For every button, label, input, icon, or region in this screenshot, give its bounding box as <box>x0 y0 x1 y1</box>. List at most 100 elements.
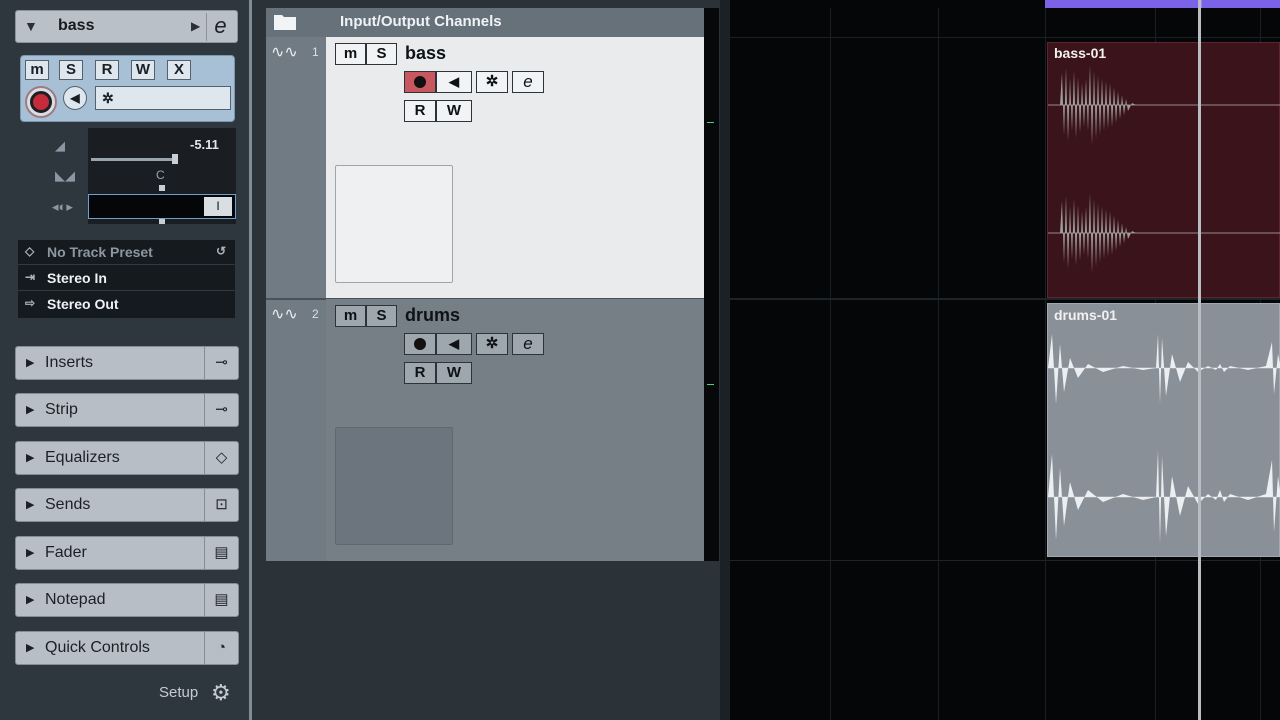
section-label: Sends <box>45 496 91 513</box>
panel-divider[interactable] <box>720 0 730 720</box>
setup-label[interactable]: Setup <box>159 684 198 701</box>
track-monitor-button[interactable]: ◀ <box>436 333 472 355</box>
cycle-range-bar[interactable] <box>1045 0 1280 8</box>
quick-controls-knob-icon[interactable]: ◔ <box>204 632 238 664</box>
routing-section: ◇ No Track Preset ↺ ⇥ Stereo In ⇨ Stereo… <box>18 240 235 318</box>
track-number: 1 <box>312 45 319 59</box>
track-record-enable-button[interactable] <box>404 71 436 93</box>
track-edit-button[interactable]: e <box>512 333 544 355</box>
lock-icon: ✲ <box>485 335 499 352</box>
track-lock-button[interactable]: ✲ <box>476 333 508 355</box>
section-fader[interactable]: ▶ Fader ▤ <box>15 536 239 570</box>
track-name[interactable]: bass <box>405 43 446 64</box>
track-edit-button[interactable]: e <box>512 71 544 93</box>
section-label: Strip <box>45 401 78 418</box>
section-inserts[interactable]: ▶ Inserts ⊸ <box>15 346 239 380</box>
track-record-enable-button[interactable] <box>404 333 436 355</box>
collapse-triangle-icon[interactable]: ▼ <box>24 18 38 34</box>
volume-slider-handle[interactable] <box>172 154 178 164</box>
equalizer-icon[interactable]: ◇ <box>204 442 238 474</box>
pan-value[interactable]: C <box>156 168 165 182</box>
meter-tick <box>707 384 714 385</box>
inserts-icon[interactable]: ⊸ <box>204 347 238 379</box>
audio-event-drums[interactable] <box>1047 303 1280 557</box>
input-routing-icon: ⇥ <box>25 270 36 284</box>
pan-icon: ◣◢ <box>55 168 75 183</box>
inspector-track-name: bass <box>58 17 95 34</box>
track-mute-button[interactable]: m <box>335 305 366 327</box>
audio-track-icon: ∿∿ <box>271 44 298 61</box>
delay-slider-handle[interactable] <box>159 219 165 224</box>
track-write-button[interactable]: W <box>436 100 472 122</box>
volume-value[interactable]: -5.11 <box>190 137 219 152</box>
track-solo-button[interactable]: S <box>366 43 397 65</box>
audio-event-bass[interactable] <box>1047 42 1280 298</box>
cubase-window: ▼ bass ▶ e m S R W X ◀ ✲ ◢ ◣◢ ◂◐▸ -5.11 … <box>0 0 1280 720</box>
section-notepad[interactable]: ▶ Notepad ▤ <box>15 583 239 617</box>
track-preset-label: No Track Preset <box>47 244 153 260</box>
sends-icon[interactable]: ⊡ <box>204 489 238 521</box>
notepad-icon[interactable]: ▤ <box>204 584 238 616</box>
section-label: Equalizers <box>45 449 120 466</box>
inspector-lock-button[interactable]: ✲ <box>95 86 231 110</box>
output-routing-label: Stereo Out <box>47 296 119 312</box>
output-routing-row[interactable]: ⇨ Stereo Out <box>18 292 235 317</box>
inspector-track-buttons: m S R W X ◀ ✲ <box>20 55 235 122</box>
inspector-read-button[interactable]: R <box>95 60 119 80</box>
section-strip[interactable]: ▶ Strip ⊸ <box>15 393 239 427</box>
track-solo-button[interactable]: S <box>366 305 397 327</box>
pan-slider-handle[interactable] <box>159 185 165 191</box>
section-quick-controls[interactable]: ▶ Quick Controls ◔ <box>15 631 239 665</box>
inspector-track-header[interactable]: ▼ bass ▶ e <box>15 10 238 43</box>
refresh-icon[interactable]: ↺ <box>216 244 226 258</box>
fader-icon[interactable]: ▤ <box>204 537 238 569</box>
track-preset-row[interactable]: ◇ No Track Preset ↺ <box>18 240 235 265</box>
folder-track-title: Input/Output Channels <box>340 13 502 30</box>
expand-triangle-icon: ▶ <box>26 452 35 464</box>
inspector-solo-button[interactable]: S <box>59 60 83 80</box>
track-lock-button[interactable]: ✲ <box>476 71 508 93</box>
section-sends[interactable]: ▶ Sends ⊡ <box>15 488 239 522</box>
section-equalizers[interactable]: ▶ Equalizers ◇ <box>15 441 239 475</box>
track-monitor-button[interactable]: ◀ <box>436 71 472 93</box>
track-mute-button[interactable]: m <box>335 43 366 65</box>
preset-icon: ◇ <box>25 244 35 258</box>
section-label: Fader <box>45 544 87 561</box>
meter-tick <box>707 122 714 123</box>
inspector-record-enable-button[interactable] <box>25 86 57 118</box>
grid-line <box>1045 8 1046 720</box>
record-icon <box>414 338 426 350</box>
inspector-monitor-button[interactable]: ◀ <box>63 86 87 110</box>
section-label: Quick Controls <box>45 639 150 656</box>
track-write-button[interactable]: W <box>436 362 472 384</box>
section-label: Inserts <box>45 354 94 371</box>
edit-channel-settings-button[interactable]: e <box>206 13 234 41</box>
project-cursor[interactable] <box>1198 0 1201 720</box>
volume-slider[interactable] <box>91 158 175 161</box>
lock-icon: ✲ <box>485 73 499 90</box>
delay-input-field[interactable]: I <box>88 194 236 219</box>
track-read-button[interactable]: R <box>404 362 436 384</box>
bass-waveform <box>1048 65 1280 273</box>
folder-icon[interactable] <box>273 12 297 31</box>
inspector-write-button[interactable]: W <box>131 60 155 80</box>
expand-triangle-icon: ▶ <box>26 547 35 559</box>
inspector-automation-off-button[interactable]: X <box>167 60 191 80</box>
grid-line <box>830 8 831 720</box>
delay-icon: ◂◐▸ <box>52 199 73 214</box>
gear-icon[interactable]: ⚙ <box>211 680 231 706</box>
input-routing-row[interactable]: ⇥ Stereo In <box>18 266 235 291</box>
inspector-mute-button[interactable]: m <box>25 60 49 80</box>
expand-triangle-icon: ▶ <box>26 642 35 654</box>
audio-event-name: bass-01 <box>1054 45 1107 61</box>
track-name[interactable]: drums <box>405 305 460 326</box>
grid-line <box>938 8 939 720</box>
output-routing-icon: ⇨ <box>25 296 36 310</box>
section-label: Notepad <box>45 591 106 608</box>
chevron-right-icon[interactable]: ▶ <box>191 19 200 33</box>
audio-track-icon: ∿∿ <box>271 306 298 323</box>
track-read-button[interactable]: R <box>404 100 436 122</box>
strip-icon[interactable]: ⊸ <box>204 394 238 426</box>
track-image-placeholder[interactable] <box>335 165 453 283</box>
track-image-placeholder[interactable] <box>335 427 453 545</box>
